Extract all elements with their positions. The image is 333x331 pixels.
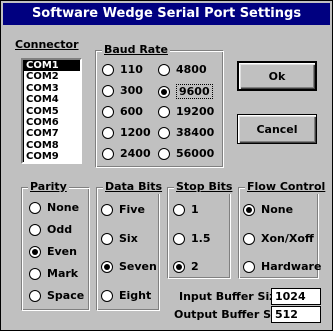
radio-selected-icon	[101, 260, 113, 273]
list-item-com9[interactable]: COM9	[23, 151, 80, 162]
baud-radio-600[interactable]: 600	[102, 105, 143, 118]
radio-icon	[158, 63, 170, 76]
radio-icon	[173, 203, 185, 216]
connector-label: Connector	[15, 38, 79, 51]
radio-icon	[158, 126, 170, 139]
list-item-com4[interactable]: COM4	[23, 94, 80, 105]
list-item-com3[interactable]: COM3	[23, 83, 80, 94]
radio-selected-icon	[29, 245, 41, 258]
window-title: Software Wedge Serial Port Settings	[3, 3, 330, 25]
parity-radio-mark[interactable]: Mark	[29, 267, 78, 280]
stop-bits-label: Stop Bits	[174, 180, 235, 194]
radio-icon	[243, 232, 255, 245]
databits-radio-eight[interactable]: Eight	[101, 289, 151, 302]
parity-radio-odd[interactable]: Odd	[29, 223, 72, 236]
baud-radio-2400[interactable]: 2400	[102, 147, 151, 160]
radio-icon	[29, 223, 41, 236]
databits-radio-seven[interactable]: Seven	[101, 260, 157, 273]
radio-icon	[173, 232, 185, 245]
radio-icon	[29, 201, 41, 214]
cancel-button[interactable]: Cancel	[237, 114, 317, 144]
flow-radio-none[interactable]: None	[243, 203, 293, 216]
baud-radio-110[interactable]: 110	[102, 63, 143, 76]
radio-selected-icon	[243, 203, 255, 216]
list-item-com6[interactable]: COM6	[23, 117, 80, 128]
baud-radio-19200[interactable]: 19200	[158, 105, 214, 118]
list-item-com7[interactable]: COM7	[23, 128, 80, 139]
list-item-com5[interactable]: COM5	[23, 106, 80, 117]
list-item-com8[interactable]: COM8	[23, 140, 80, 151]
radio-icon	[158, 147, 170, 160]
output-buffer-field[interactable]: 512	[271, 306, 321, 323]
radio-icon	[102, 63, 114, 76]
radio-icon	[29, 289, 41, 302]
radio-selected-icon	[158, 85, 170, 98]
list-item-com1[interactable]: COM1	[23, 60, 80, 72]
flow-control-label: Flow Control	[245, 180, 328, 194]
flow-radio-xon-xoff[interactable]: Xon/Xoff	[243, 232, 314, 245]
ok-button[interactable]: Ok	[237, 61, 317, 91]
flow-radio-hardware[interactable]: Hardware	[243, 260, 321, 273]
stopbits-radio-1[interactable]: 1	[173, 203, 199, 216]
parity-radio-space[interactable]: Space	[29, 289, 84, 302]
baud-radio-9600[interactable]: 9600	[158, 84, 213, 99]
radio-icon	[102, 126, 114, 139]
dialog-window: Software Wedge Serial Port Settings Conn…	[0, 0, 333, 331]
parity-label: Parity	[28, 180, 69, 194]
baud-radio-4800[interactable]: 4800	[158, 63, 207, 76]
radio-icon	[102, 105, 114, 118]
input-buffer-field[interactable]: 1024	[271, 288, 321, 305]
parity-radio-none[interactable]: None	[29, 201, 79, 214]
radio-icon	[102, 147, 114, 160]
radio-icon	[29, 267, 41, 280]
radio-icon	[243, 260, 255, 273]
databits-radio-six[interactable]: Six	[101, 232, 138, 245]
baud-rate-label: Baud Rate	[102, 43, 170, 57]
radio-icon	[101, 289, 113, 302]
connector-listbox[interactable]: COM1 COM2 COM3 COM4 COM5 COM6 COM7 COM8 …	[21, 58, 82, 164]
baud-radio-300[interactable]: 300	[102, 84, 143, 97]
baud-radio-56000[interactable]: 56000	[158, 147, 214, 160]
stopbits-radio-1-5[interactable]: 1.5	[173, 232, 211, 245]
radio-icon	[158, 105, 170, 118]
data-bits-label: Data Bits	[103, 180, 165, 194]
radio-icon	[102, 84, 114, 97]
baud-radio-1200[interactable]: 1200	[102, 126, 151, 139]
stopbits-radio-2[interactable]: 2	[173, 260, 199, 273]
radio-icon	[101, 203, 113, 216]
baud-radio-38400[interactable]: 38400	[158, 126, 214, 139]
radio-selected-icon	[173, 260, 185, 273]
parity-radio-even[interactable]: Even	[29, 245, 77, 258]
radio-icon	[101, 232, 113, 245]
list-item-com2[interactable]: COM2	[23, 71, 80, 82]
databits-radio-five[interactable]: Five	[101, 203, 145, 216]
